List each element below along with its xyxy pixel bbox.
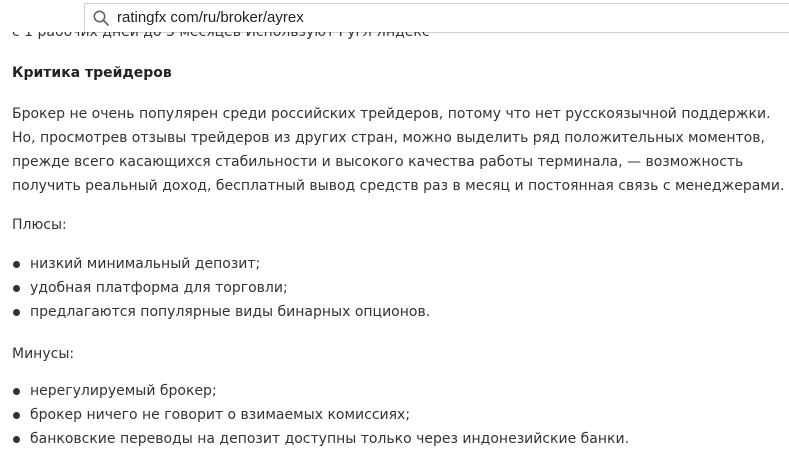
cutoff-text: с 1 рабочих дней до 3 месяцев Используют… — [12, 32, 430, 40]
paragraph-line: получить реальный доход, бесплатный выво… — [12, 178, 785, 194]
list-item-text: нерегулируемый брокер; — [30, 383, 217, 399]
pros-label: Плюсы: — [12, 217, 67, 233]
paragraph-line: Брокер не очень популярен среди российск… — [12, 106, 771, 122]
pros-list: низкий минимальный депозит; удобная плат… — [12, 252, 430, 324]
bullet-icon — [13, 285, 20, 292]
search-icon — [93, 10, 109, 26]
list-item-text: предлагаются популярные виды бинарных оп… — [30, 304, 431, 320]
bullet-icon — [13, 436, 20, 443]
list-item: низкий минимальный депозит; — [12, 252, 430, 276]
article-paragraph: Брокер не очень популярен среди российск… — [12, 102, 789, 198]
address-bar[interactable]: ratingfx com/ru/broker/ayrex — [84, 3, 789, 33]
list-item: нерегулируемый брокер; — [12, 379, 629, 403]
section-heading: Критика трейдеров — [12, 65, 172, 81]
cutoff-text-line: с 1 рабочих дней до 3 месяцев Используют… — [0, 32, 789, 40]
list-item-text: банковские переводы на депозит доступны … — [30, 431, 630, 447]
address-bar-url[interactable]: ratingfx com/ru/broker/ayrex — [117, 9, 304, 27]
list-item-text: удобная платформа для торговли; — [30, 280, 288, 296]
paragraph-line: прежде всего касающихся стабильности и в… — [12, 154, 744, 170]
bullet-icon — [13, 309, 20, 316]
bullet-icon — [13, 412, 20, 419]
list-item: предлагаются популярные виды бинарных оп… — [12, 300, 430, 324]
list-item: брокер ничего не говорит о взимаемых ком… — [12, 403, 629, 427]
bullet-icon — [13, 261, 20, 268]
list-item-text: брокер ничего не говорит о взимаемых ком… — [30, 407, 411, 423]
list-item: удобная платформа для торговли; — [12, 276, 430, 300]
paragraph-line: Но, просмотрев отзывы трейдеров из други… — [12, 130, 765, 146]
list-item-text: низкий минимальный депозит; — [30, 256, 261, 272]
cons-list: нерегулируемый брокер; брокер ничего не … — [12, 379, 629, 451]
cons-label: Минусы: — [12, 346, 75, 362]
list-item: банковские переводы на депозит доступны … — [12, 427, 629, 451]
bullet-icon — [13, 388, 20, 395]
